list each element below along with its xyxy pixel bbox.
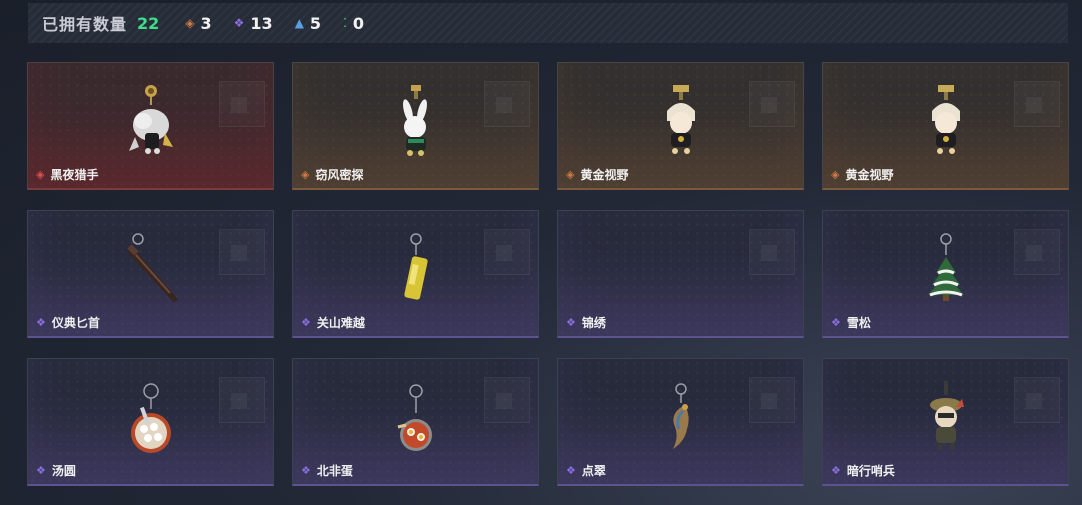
charm-card[interactable]: ❖ 暗行哨兵 (822, 358, 1069, 486)
charm-label: ❖ 暗行哨兵 (831, 462, 895, 479)
card-decoration (1026, 245, 1042, 261)
owned-label: 已拥有数量 (42, 15, 128, 34)
charm-card[interactable]: ❖ 仪典匕首 (27, 210, 274, 338)
charm-name: 点翠 (581, 464, 606, 478)
purple-diamond-icon: ❖ (831, 316, 841, 329)
charm-label: ❖ 汤圆 (36, 462, 76, 479)
charm-name: 黑夜猎手 (50, 168, 99, 182)
charm-card[interactable]: ❖ 雪松 (822, 210, 1069, 338)
charm-label: ◈ 黑夜猎手 (36, 166, 98, 183)
charm-name: 窃风密探 (315, 168, 364, 182)
card-decoration (496, 245, 512, 261)
tangyuan-bowl-charm-icon (130, 383, 171, 453)
charm-label: ◈ 窃风密探 (301, 166, 363, 183)
green-dots-icon: ⁚ (343, 16, 347, 30)
golden-vision-charm-icon (931, 85, 960, 154)
charm-card[interactable]: ◈ 黄金视野 (557, 62, 804, 190)
yellow-cylinder-charm-icon (403, 233, 428, 300)
orange-diamond-icon: ◈ (831, 168, 840, 181)
stat-green: ⁚ 0 (343, 14, 364, 33)
charm-card[interactable]: ❖ 汤圆 (27, 358, 274, 486)
charm-name: 黄金视野 (580, 168, 629, 182)
night-hunter-charm-icon (128, 85, 173, 154)
card-decoration (761, 393, 777, 409)
purple-diamond-icon: ❖ (831, 464, 841, 477)
card-decoration (1026, 393, 1042, 409)
purple-diamond-icon: ❖ (566, 316, 576, 329)
card-decoration (231, 393, 247, 409)
charm-card[interactable]: ❖ 北非蛋 (292, 358, 539, 486)
orange-diamond-icon: ◈ (301, 168, 310, 181)
stat-orange-count: 3 (200, 13, 212, 33)
charm-name: 仪典匕首 (51, 316, 100, 330)
stat-purple-count: 13 (250, 13, 273, 33)
charm-name: 汤圆 (51, 464, 76, 478)
charm-name: 锦绣 (581, 316, 606, 330)
charm-grid: ◈ 黑夜猎手 ◈ 窃风密探 ◈ 黄金视野 ◈ 黄金视野 ❖ 仪典匕首 ❖ 关山难… (27, 62, 1069, 486)
purple-diamond-icon: ❖ (233, 16, 245, 30)
charm-card[interactable]: ◈ 窃风密探 (292, 62, 539, 190)
purple-diamond-icon: ❖ (301, 464, 311, 477)
charm-name: 关山难越 (316, 316, 365, 330)
charm-label: ❖ 北非蛋 (301, 462, 353, 479)
card-decoration (1026, 97, 1042, 113)
charm-card[interactable]: ❖ 锦绣 (557, 210, 804, 338)
charm-card[interactable]: ◈ 黄金视野 (822, 62, 1069, 190)
card-decoration (761, 245, 777, 261)
charm-name: 黄金视野 (845, 168, 894, 182)
charm-label: ❖ 雪松 (831, 314, 871, 331)
stat-blue-count: 5 (309, 13, 322, 33)
card-decoration (231, 97, 247, 113)
charm-card[interactable]: ◈ 黑夜猎手 (27, 62, 274, 190)
phoenix-charm-icon (672, 383, 689, 449)
charm-name: 暗行哨兵 (846, 464, 895, 478)
charm-label: ❖ 仪典匕首 (36, 314, 100, 331)
wind-spy-charm-icon (402, 85, 427, 156)
shadow-sentinel-charm-icon (929, 381, 964, 450)
charm-label: ◈ 黄金视野 (566, 166, 628, 183)
orange-diamond-icon: ◈ (566, 168, 575, 181)
charm-label: ❖ 锦绣 (566, 314, 606, 331)
red-diamond-icon: ◈ (36, 168, 45, 181)
charm-card[interactable]: ❖ 点翠 (557, 358, 804, 486)
stat-blue: ▲ 5 (295, 14, 321, 33)
charm-card[interactable]: ❖ 关山难越 (292, 210, 539, 338)
owned-summary-bar: 已拥有数量 22 ◈ 3 ❖ 13 ▲ 5 ⁚ 0 (28, 3, 1068, 43)
golden-vision-charm-icon (666, 85, 695, 154)
purple-diamond-icon: ❖ (36, 464, 46, 477)
card-decoration (496, 97, 512, 113)
purple-diamond-icon: ❖ (36, 316, 46, 329)
orange-diamond-icon: ◈ (185, 16, 195, 30)
charm-label: ❖ 关山难越 (301, 314, 365, 331)
card-decoration (761, 97, 777, 113)
purple-diamond-icon: ❖ (301, 316, 311, 329)
purple-diamond-icon: ❖ (566, 464, 576, 477)
ceremonial-dagger-charm-icon (126, 233, 178, 303)
charm-label: ❖ 点翠 (566, 462, 606, 479)
blue-triangle-icon: ▲ (294, 16, 304, 30)
charm-name: 北非蛋 (316, 464, 353, 478)
snow-pine-charm-icon (927, 233, 964, 301)
stat-orange: ◈ 3 (185, 14, 211, 33)
charm-name: 雪松 (846, 316, 871, 330)
stat-purple: ❖ 13 (234, 14, 273, 33)
owned-count: 22 (137, 13, 160, 33)
stat-green-count: 0 (352, 13, 365, 33)
charm-label: ◈ 黄金视野 (831, 166, 893, 183)
shakshuka-charm-icon (397, 384, 432, 451)
card-decoration (496, 393, 512, 409)
card-decoration (231, 245, 247, 261)
